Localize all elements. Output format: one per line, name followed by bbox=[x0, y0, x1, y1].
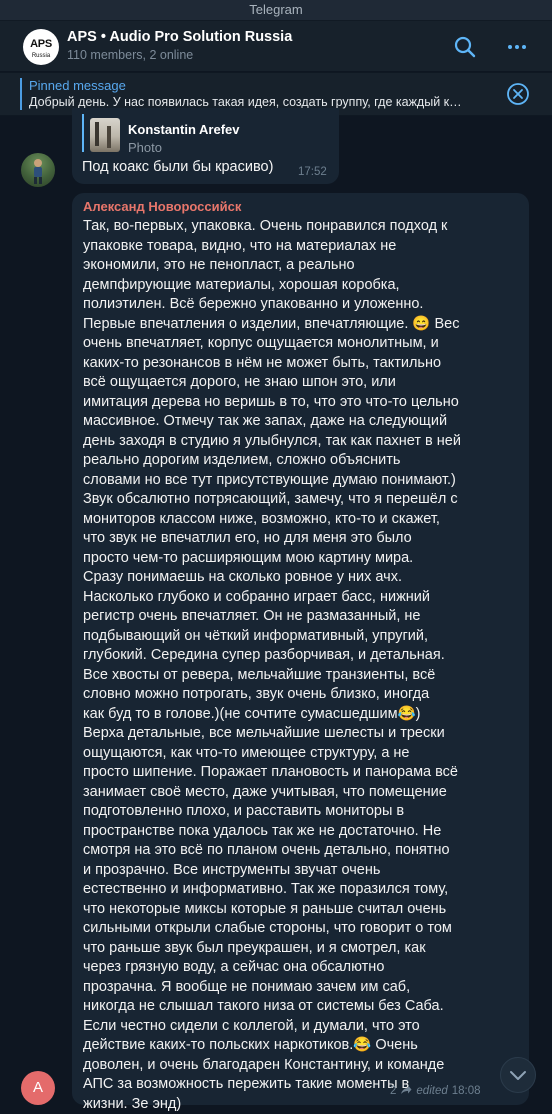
logo-text: APS bbox=[30, 38, 52, 50]
more-icon bbox=[508, 45, 526, 49]
chat-header[interactable]: APS Russia APS • Audio Pro Solution Russ… bbox=[0, 21, 552, 71]
chat-avatar[interactable]: APS Russia bbox=[23, 29, 59, 65]
user-avatar[interactable]: A bbox=[21, 1071, 55, 1105]
reply-type: Photo bbox=[128, 140, 162, 155]
pinned-accent-bar bbox=[20, 78, 22, 110]
window-title-bar: Telegram bbox=[0, 0, 552, 21]
search-button[interactable] bbox=[451, 33, 479, 61]
chat-members-status: 110 members, 2 online bbox=[67, 48, 194, 62]
message-meta: 2 edited 18:08 bbox=[390, 1085, 481, 1097]
pinned-label: Pinned message bbox=[29, 78, 126, 93]
reply-author: Konstantin Arefev bbox=[128, 122, 240, 137]
avatar-photo bbox=[34, 159, 42, 184]
chat-title[interactable]: APS • Audio Pro Solution Russia bbox=[67, 29, 292, 45]
sender-name[interactable]: Александ Новороссийск bbox=[83, 199, 241, 214]
close-icon bbox=[507, 83, 529, 105]
window-title: Telegram bbox=[249, 2, 303, 17]
message-bubble[interactable]: Konstantin Arefev Photo Под коакс были б… bbox=[72, 108, 339, 184]
avatar-letter: A bbox=[32, 1079, 43, 1096]
message-time: 17:52 bbox=[298, 166, 327, 178]
share-count: 2 bbox=[390, 1085, 397, 1097]
edited-label: edited bbox=[416, 1085, 448, 1097]
reply-accent-bar bbox=[82, 114, 84, 152]
pinned-text: Добрый день. У нас появилась такая идея,… bbox=[29, 95, 462, 109]
message-time: 18:08 bbox=[451, 1085, 481, 1097]
user-avatar[interactable] bbox=[21, 153, 55, 187]
search-icon bbox=[454, 36, 476, 58]
message-text: Под коакс были бы красиво) bbox=[82, 159, 274, 175]
more-options-button[interactable] bbox=[503, 33, 531, 61]
reply-photo-thumbnail[interactable] bbox=[90, 118, 120, 152]
pinned-close-button[interactable] bbox=[506, 82, 530, 106]
chevron-down-icon bbox=[510, 1071, 526, 1080]
share-icon bbox=[401, 1085, 412, 1094]
message-text: Так, во-первых, упаковка. Очень понравил… bbox=[83, 218, 461, 1112]
message-bubble[interactable]: Александ Новороссийск Так, во-первых, уп… bbox=[72, 193, 529, 1112]
scroll-down-button[interactable] bbox=[500, 1057, 536, 1093]
logo-subtext: Russia bbox=[31, 53, 51, 59]
